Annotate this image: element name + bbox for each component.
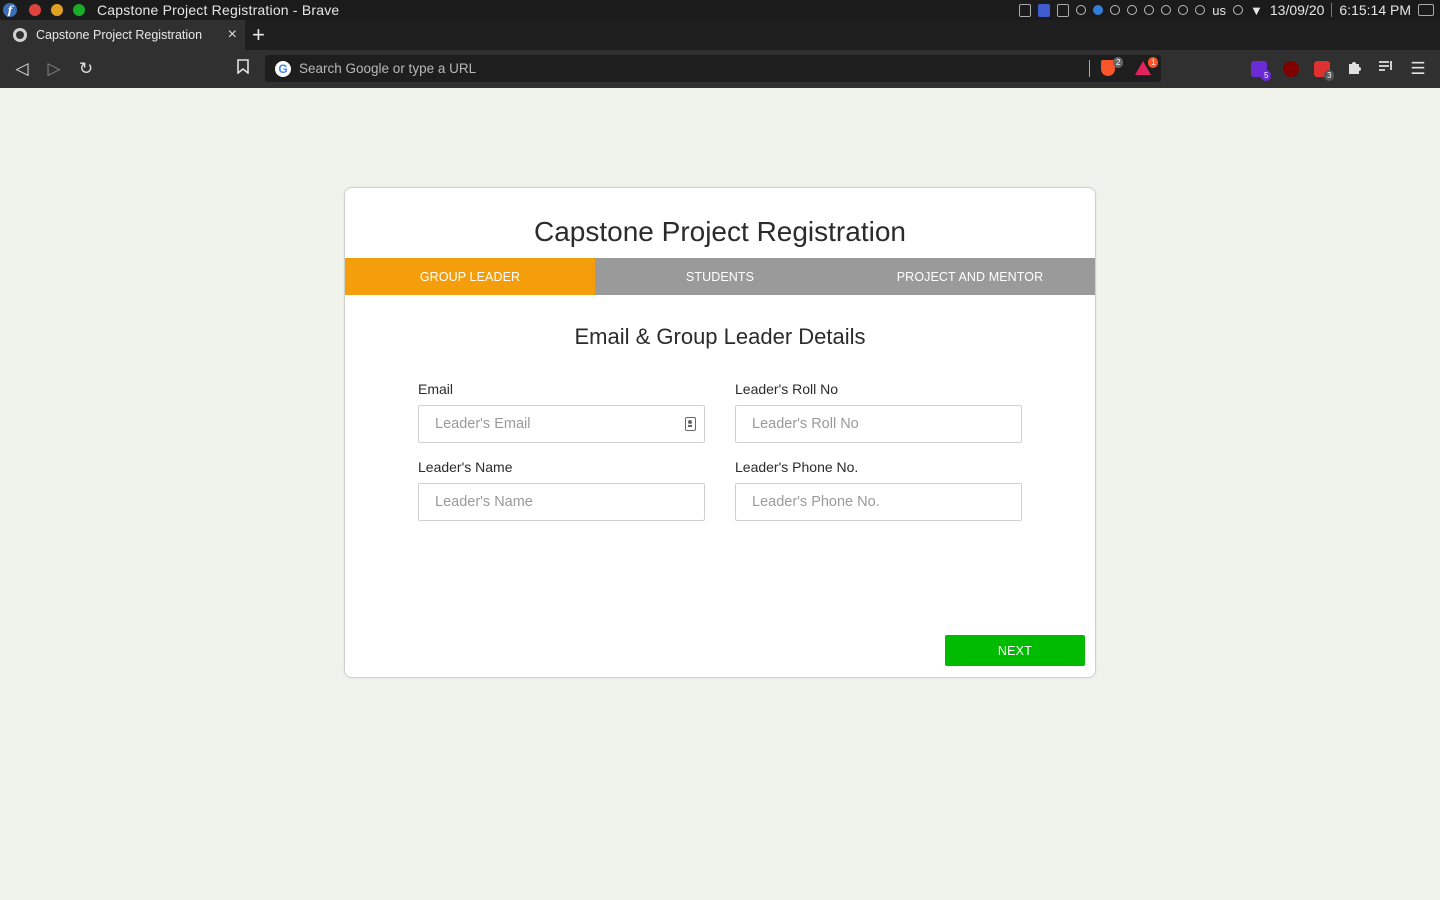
location-icon[interactable] [1144, 5, 1155, 15]
tab-title: Capstone Project Registration [36, 28, 203, 42]
tray-dropdown-icon[interactable]: ▼ [1250, 3, 1263, 18]
settings-gear-icon[interactable] [1093, 5, 1104, 15]
os-top-bar: f Capstone Project Registration - Brave … [0, 0, 1440, 20]
workspace-1-icon[interactable] [1019, 3, 1032, 17]
wifi-icon[interactable] [1233, 5, 1244, 15]
cpu-icon[interactable] [1076, 5, 1087, 15]
step-group-leader[interactable]: GROUP LEADER [345, 258, 595, 295]
section-title: Email & Group Leader Details [574, 324, 866, 349]
phone-input[interactable]: Leader's Phone No. [735, 483, 1022, 521]
page-title: Capstone Project Registration [534, 216, 906, 247]
step-project-and-mentor[interactable]: PROJECT AND MENTOR [845, 258, 1095, 295]
name-field-group: Leader's Name Leader's Name [418, 459, 706, 521]
volume-icon[interactable] [1161, 5, 1172, 15]
shield-badge: 2 [1113, 57, 1124, 68]
maximize-window-button[interactable] [73, 4, 85, 16]
roll-input[interactable]: Leader's Roll No [735, 405, 1022, 443]
google-icon: G [275, 60, 291, 77]
browser-tab[interactable]: Capstone Project Registration × [0, 20, 245, 50]
reload-icon[interactable]: ↻ [76, 59, 96, 79]
minimize-window-button[interactable] [51, 4, 63, 16]
battery-icon[interactable] [1178, 5, 1189, 15]
email-placeholder: Leader's Email [435, 416, 531, 432]
email-label: Email [418, 381, 454, 397]
forward-icon[interactable]: ▷ [44, 59, 64, 79]
close-tab-icon[interactable]: × [228, 25, 237, 45]
fedora-logo-icon[interactable]: f [3, 3, 17, 17]
system-tray: us ▼ 13/09/20 6:15:14 PM [1019, 0, 1440, 20]
name-input[interactable]: Leader's Name [418, 483, 705, 521]
phone-placeholder: Leader's Phone No. [752, 494, 880, 510]
browser-toolbar: ◁ ▷ ↻ G Search Google or type a URL 2 1 … [0, 50, 1440, 88]
email-input[interactable]: Leader's Email [418, 405, 705, 443]
new-tab-button[interactable]: + [252, 22, 265, 48]
window-controls [29, 4, 85, 16]
tray-divider [1331, 3, 1333, 17]
desktop-icon[interactable] [1418, 4, 1434, 16]
back-icon[interactable]: ◁ [12, 59, 32, 79]
display-icon[interactable] [1195, 5, 1206, 15]
contact-card-icon[interactable] [685, 417, 696, 431]
puzzle-icon[interactable] [1345, 59, 1365, 79]
phone-field-group: Leader's Phone No. Leader's Phone No. [735, 459, 1023, 521]
keyboard-layout[interactable]: us [1212, 3, 1226, 18]
address-bar[interactable]: G Search Google or type a URL 2 1 [265, 55, 1161, 82]
extension-red-badge: 3 [1324, 70, 1335, 81]
url-placeholder: Search Google or type a URL [299, 61, 477, 76]
playlist-icon[interactable] [1376, 59, 1396, 79]
roll-field-group: Leader's Roll No Leader's Roll No [735, 381, 1023, 443]
email-field-group: Email Leader's Email [418, 381, 706, 443]
time[interactable]: 6:15:14 PM [1339, 2, 1411, 18]
date[interactable]: 13/09/20 [1270, 2, 1325, 18]
phone-label: Leader's Phone No. [735, 459, 859, 475]
media-play-icon[interactable] [1110, 5, 1121, 15]
bookmark-icon[interactable] [233, 59, 253, 79]
step-tabs: GROUP LEADER STUDENTS PROJECT AND MENTOR [345, 258, 1095, 295]
rewards-badge: 1 [1148, 57, 1159, 68]
url-divider [1089, 60, 1090, 77]
window-title: Capstone Project Registration - Brave [97, 2, 340, 18]
step-students[interactable]: STUDENTS [595, 258, 845, 295]
tab-strip: Capstone Project Registration × + [0, 20, 1440, 50]
roll-label: Leader's Roll No [735, 381, 839, 397]
name-placeholder: Leader's Name [435, 494, 533, 510]
close-window-button[interactable] [29, 4, 41, 16]
next-button[interactable]: NEXT [945, 635, 1085, 666]
workspace-2-icon[interactable] [1038, 3, 1051, 17]
name-label: Leader's Name [418, 459, 513, 475]
clipboard-icon[interactable] [1127, 5, 1138, 15]
ublock-origin-icon[interactable] [1283, 61, 1299, 77]
extension-purple-badge: 5 [1261, 70, 1272, 81]
globe-favicon-icon [13, 28, 27, 42]
registration-card: Capstone Project Registration GROUP LEAD… [344, 187, 1096, 678]
menu-icon[interactable]: ☰ [1408, 59, 1428, 79]
roll-placeholder: Leader's Roll No [752, 416, 859, 432]
workspace-3-icon[interactable] [1057, 3, 1070, 17]
